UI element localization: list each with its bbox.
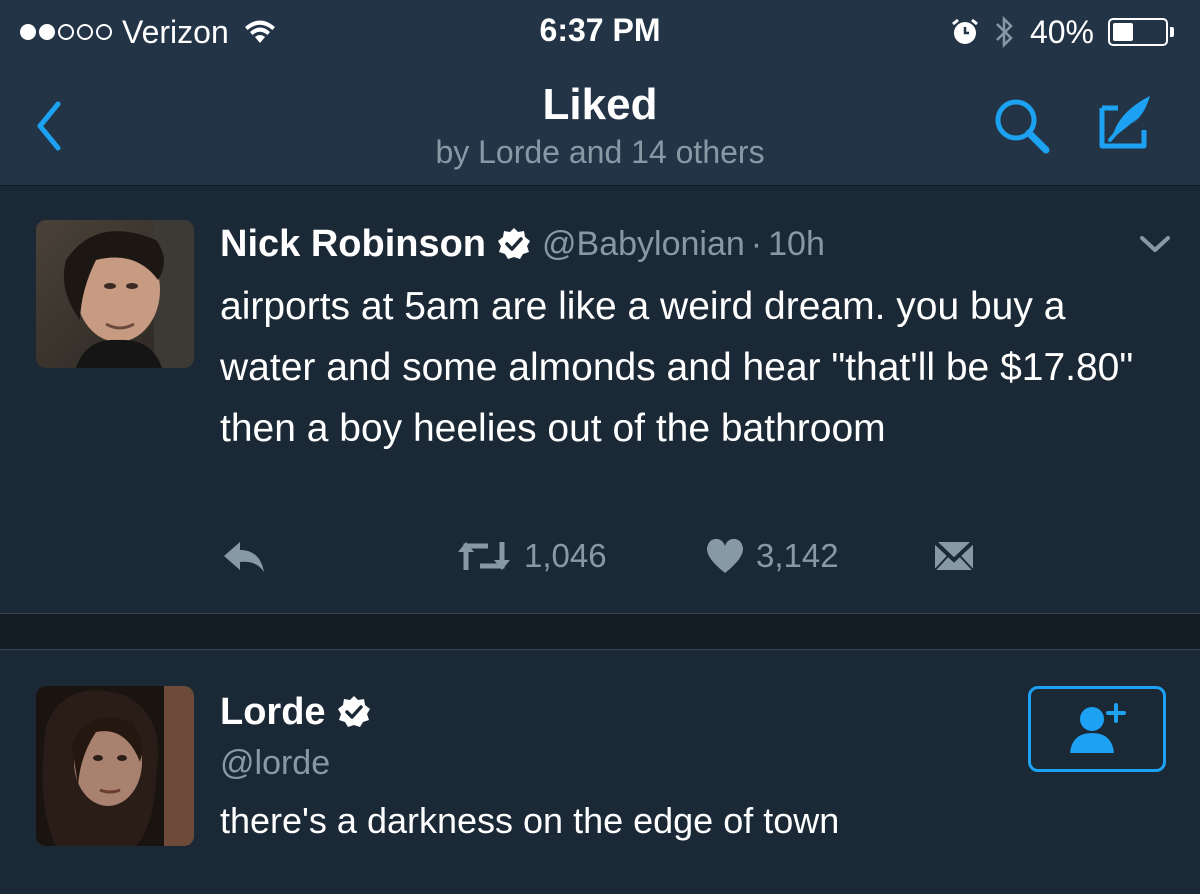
user-header: Lorde xyxy=(220,688,382,736)
author-name[interactable]: Nick Robinson xyxy=(220,223,486,266)
tweet-text: airports at 5am are like a weird dream. … xyxy=(220,285,1134,450)
status-bar: Verizon 6:37 PM 40% xyxy=(0,0,1200,62)
heart-icon xyxy=(706,538,744,573)
chevron-down-icon xyxy=(1140,236,1170,252)
search-icon xyxy=(995,99,1050,154)
user-avatar[interactable] xyxy=(36,686,194,846)
battery-icon xyxy=(1108,18,1174,46)
like-button[interactable]: 3,142 xyxy=(704,536,839,576)
dm-icon xyxy=(933,540,975,571)
status-right: 40% xyxy=(950,12,1174,52)
reply-icon xyxy=(224,542,264,572)
compose-button[interactable] xyxy=(1088,90,1168,160)
tweet-card[interactable]: Nick Robinson @Babylonian · 10h airports… xyxy=(0,186,1200,614)
author-handle: @Babylonian xyxy=(542,224,745,263)
tweet-header: Nick Robinson @Babylonian · 10h xyxy=(220,220,825,268)
user-bio: there's a darkness on the edge of town xyxy=(220,800,840,841)
retweet-count: 1,046 xyxy=(524,537,607,574)
tweet-options-button[interactable] xyxy=(1138,232,1172,256)
user-name[interactable]: Lorde xyxy=(220,691,326,734)
battery-percent: 40% xyxy=(1029,13,1094,50)
tweet-actions: 1,046 3,142 xyxy=(0,536,1200,586)
direct-message-button[interactable] xyxy=(932,536,986,576)
compose-icon xyxy=(1099,96,1150,149)
retweet-icon xyxy=(458,542,510,570)
retweet-button[interactable]: 1,046 xyxy=(454,536,607,576)
meta-separator: · xyxy=(750,224,763,263)
bluetooth-icon xyxy=(996,15,1013,49)
tweet-author-avatar[interactable] xyxy=(36,220,194,368)
search-button[interactable] xyxy=(986,90,1056,160)
tweet-time: 10h xyxy=(768,224,825,263)
reply-button[interactable] xyxy=(220,536,278,576)
follow-user-icon xyxy=(1070,703,1126,753)
verified-badge-icon xyxy=(498,228,531,259)
like-count: 3,142 xyxy=(756,537,839,574)
nav-bar: Liked by Lorde and 14 others xyxy=(0,62,1200,186)
user-card[interactable]: Lorde @lorde there's a darkness on the e… xyxy=(0,650,1200,894)
follow-button[interactable] xyxy=(1028,686,1166,772)
section-divider xyxy=(0,614,1200,650)
alarm-icon xyxy=(952,18,978,44)
verified-badge-icon xyxy=(337,696,370,727)
user-handle: @lorde xyxy=(220,744,331,782)
